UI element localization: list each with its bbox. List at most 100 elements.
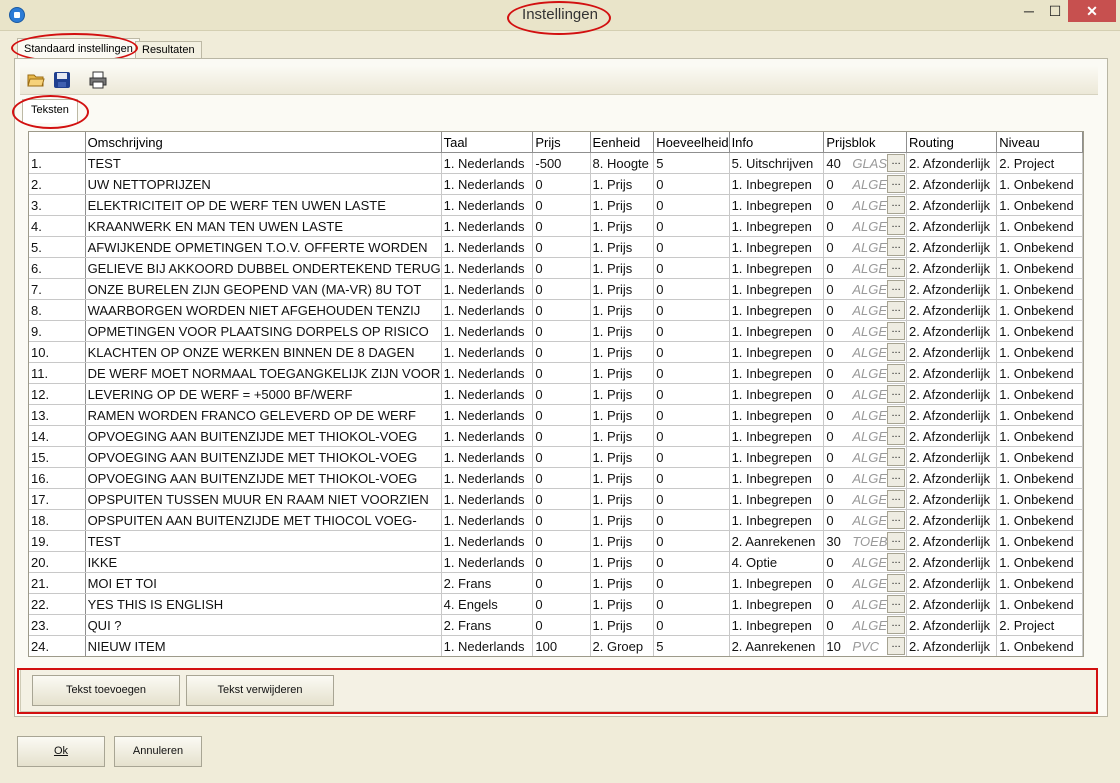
cell-prijs[interactable]: 0 <box>532 215 591 237</box>
cell-omschrijving[interactable]: OPSPUITEN AAN BUITENZIJDE MET THIOCOL VO… <box>85 509 442 531</box>
cell-prijs[interactable]: 0 <box>532 425 591 447</box>
cell-taal[interactable]: 1. Nederlands <box>441 467 534 489</box>
prijsblok-ellipsis-button[interactable]: ... <box>887 574 906 592</box>
cell-niveau[interactable]: 1. Onbekend <box>996 404 1083 426</box>
cell-info[interactable]: 1. Inbegrepen <box>729 257 825 279</box>
cell-info[interactable]: 1. Inbegrepen <box>729 215 825 237</box>
cell-eenheid[interactable]: 1. Prijs <box>590 362 655 384</box>
cell-taal[interactable]: 1. Nederlands <box>441 257 534 279</box>
cell-routing[interactable]: 2. Afzonderlijk <box>906 446 998 468</box>
column-header-routing[interactable]: Routing <box>906 132 998 153</box>
prijsblok-ellipsis-button[interactable]: ... <box>887 385 906 403</box>
column-header-info[interactable]: Info <box>729 132 825 153</box>
cell-hoeveelheid[interactable]: 0 <box>653 320 730 342</box>
cell-info[interactable]: 2. Aanrekenen <box>729 530 825 552</box>
table-row[interactable]: 23. QUI ? 2. Frans 0 1. Prijs 0 1. Inbegrepen 0… <box>29 614 1083 636</box>
cell-hoeveelheid[interactable]: 0 <box>653 236 730 258</box>
cell-prijs[interactable]: 0 <box>532 404 591 426</box>
cell-omschrijving[interactable]: WAARBORGEN WORDEN NIET AFGEHOUDEN TENZIJ <box>85 299 442 321</box>
cell-niveau[interactable]: 1. Onbekend <box>996 236 1083 258</box>
cell-niveau[interactable]: 1. Onbekend <box>996 593 1083 615</box>
cell-prijsblok[interactable]: 0 ALGEM... <box>823 572 908 594</box>
prijsblok-ellipsis-button[interactable]: ... <box>887 154 906 172</box>
table-row[interactable]: 11. DE WERF MOET NORMAAL TOEGANGKELIJK ZI… <box>29 362 1083 384</box>
table-row[interactable]: 17. OPSPUITEN TUSSEN MUUR EN RAAM NIET VO… <box>29 488 1083 510</box>
cell-prijsblok[interactable]: 0 ALGEM... <box>823 446 908 468</box>
close-button[interactable]: ✕ <box>1068 0 1116 22</box>
cell-taal[interactable]: 1. Nederlands <box>441 488 534 510</box>
cell-routing[interactable]: 2. Afzonderlijk <box>906 194 998 216</box>
prijsblok-ellipsis-button[interactable]: ... <box>887 553 906 571</box>
cell-eenheid[interactable]: 1. Prijs <box>590 425 655 447</box>
cell-hoeveelheid[interactable]: 0 <box>653 173 730 195</box>
cell-prijsblok[interactable]: 0 ALGEM... <box>823 320 908 342</box>
cell-niveau[interactable]: 1. Onbekend <box>996 320 1083 342</box>
cell-hoeveelheid[interactable]: 0 <box>653 215 730 237</box>
cell-niveau[interactable]: 1. Onbekend <box>996 194 1083 216</box>
cell-prijs[interactable]: 0 <box>532 446 591 468</box>
cell-prijs[interactable]: 0 <box>532 236 591 258</box>
cell-routing[interactable]: 2. Afzonderlijk <box>906 425 998 447</box>
cell-prijs[interactable]: -500 <box>532 152 591 174</box>
cell-info[interactable]: 2. Aanrekenen <box>729 635 825 656</box>
prijsblok-ellipsis-button[interactable]: ... <box>887 280 906 298</box>
cell-routing[interactable]: 2. Afzonderlijk <box>906 488 998 510</box>
cell-eenheid[interactable]: 1. Prijs <box>590 572 655 594</box>
cell-hoeveelheid[interactable]: 0 <box>653 551 730 573</box>
table-row[interactable]: 16. OPVOEGING AAN BUITENZIJDE MET THIOKOL… <box>29 467 1083 489</box>
cell-eenheid[interactable]: 1. Prijs <box>590 551 655 573</box>
ok-button[interactable]: Ok <box>17 736 105 767</box>
column-header-prijs[interactable]: Prijs <box>532 132 591 153</box>
cell-prijsblok[interactable]: 0 ALGEM... <box>823 593 908 615</box>
cell-prijs[interactable]: 0 <box>532 593 591 615</box>
cell-omschrijving[interactable]: IKKE <box>85 551 442 573</box>
cell-taal[interactable]: 1. Nederlands <box>441 320 534 342</box>
column-header-row-number[interactable] <box>29 132 86 153</box>
cell-omschrijving[interactable]: KLACHTEN OP ONZE WERKEN BINNEN DE 8 DAGE… <box>85 341 442 363</box>
prijsblok-ellipsis-button[interactable]: ... <box>887 175 906 193</box>
cell-info[interactable]: 1. Inbegrepen <box>729 383 825 405</box>
cell-eenheid[interactable]: 1. Prijs <box>590 383 655 405</box>
cell-omschrijving[interactable]: TEST <box>85 530 442 552</box>
cell-eenheid[interactable]: 1. Prijs <box>590 257 655 279</box>
prijsblok-ellipsis-button[interactable]: ... <box>887 595 906 613</box>
cell-taal[interactable]: 1. Nederlands <box>441 635 534 656</box>
cell-taal[interactable]: 1. Nederlands <box>441 215 534 237</box>
cell-omschrijving[interactable]: KRAANWERK EN MAN TEN UWEN LASTE <box>85 215 442 237</box>
cell-hoeveelheid[interactable]: 0 <box>653 509 730 531</box>
cell-taal[interactable]: 1. Nederlands <box>441 152 534 174</box>
save-disk-icon[interactable] <box>53 71 71 89</box>
table-row[interactable]: 6. GELIEVE BIJ AKKOORD DUBBEL ONDERTEKEND… <box>29 257 1083 279</box>
cell-taal[interactable]: 1. Nederlands <box>441 446 534 468</box>
table-row[interactable]: 13. RAMEN WORDEN FRANCO GELEVERD OP DE WE… <box>29 404 1083 426</box>
cell-hoeveelheid[interactable]: 0 <box>653 425 730 447</box>
prijsblok-ellipsis-button[interactable]: ... <box>887 490 906 508</box>
cell-prijsblok[interactable]: 0 ALGEM... <box>823 488 908 510</box>
cell-prijsblok[interactable]: 0 ALGEM... <box>823 383 908 405</box>
cell-omschrijving[interactable]: OPVOEGING AAN BUITENZIJDE MET THIOKOL-VO… <box>85 467 442 489</box>
cell-taal[interactable]: 1. Nederlands <box>441 551 534 573</box>
prijsblok-ellipsis-button[interactable]: ... <box>887 427 906 445</box>
cell-prijs[interactable]: 0 <box>532 551 591 573</box>
cell-info[interactable]: 1. Inbegrepen <box>729 404 825 426</box>
cell-taal[interactable]: 1. Nederlands <box>441 278 534 300</box>
cell-hoeveelheid[interactable]: 0 <box>653 593 730 615</box>
cell-eenheid[interactable]: 1. Prijs <box>590 236 655 258</box>
cell-hoeveelheid[interactable]: 0 <box>653 488 730 510</box>
cell-routing[interactable]: 2. Afzonderlijk <box>906 635 998 656</box>
cell-routing[interactable]: 2. Afzonderlijk <box>906 383 998 405</box>
table-row[interactable]: 22. YES THIS IS ENGLISH 4. Engels 0 1. Prijs… <box>29 593 1083 615</box>
cell-hoeveelheid[interactable]: 0 <box>653 404 730 426</box>
cell-eenheid[interactable]: 1. Prijs <box>590 299 655 321</box>
cell-niveau[interactable]: 2. Project <box>996 152 1083 174</box>
cell-prijsblok[interactable]: 30 TOEB... <box>823 530 908 552</box>
prijsblok-ellipsis-button[interactable]: ... <box>887 532 906 550</box>
cell-prijs[interactable]: 100 <box>532 635 591 656</box>
column-header-prijsblok[interactable]: Prijsblok <box>823 132 908 153</box>
cell-info[interactable]: 1. Inbegrepen <box>729 320 825 342</box>
cell-prijsblok[interactable]: 0 ALGEM... <box>823 236 908 258</box>
cell-hoeveelheid[interactable]: 0 <box>653 362 730 384</box>
cell-prijsblok[interactable]: 0 ALGEM... <box>823 467 908 489</box>
cell-prijs[interactable]: 0 <box>532 383 591 405</box>
cell-prijs[interactable]: 0 <box>532 257 591 279</box>
